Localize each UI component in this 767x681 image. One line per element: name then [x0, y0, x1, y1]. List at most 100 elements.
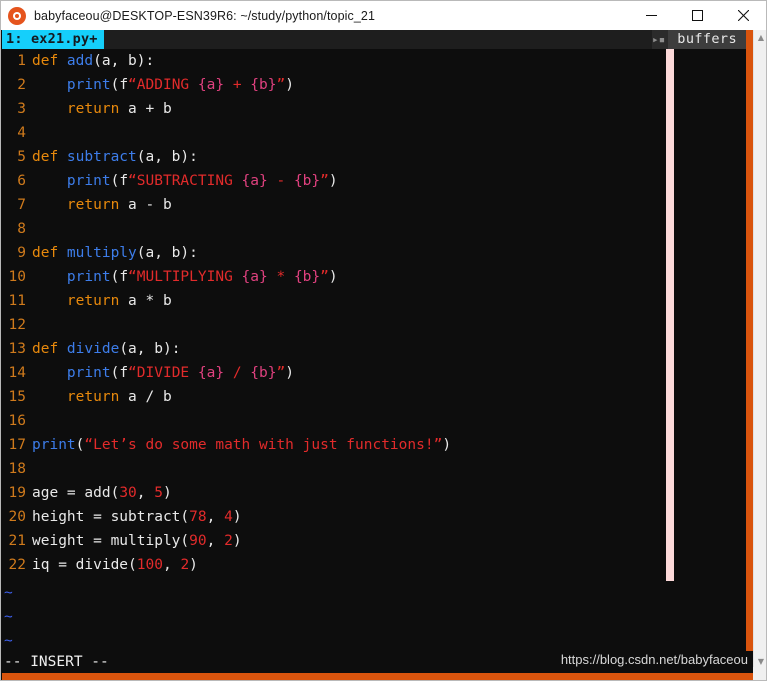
code-token: *	[267, 269, 294, 285]
code-token: (a, b):	[136, 245, 198, 261]
line-number: 18	[8, 461, 26, 477]
code-line: 2 print(f“ADDING {a} + {b}”)	[2, 73, 746, 97]
code-token: {a}	[197, 365, 225, 381]
code-line: 18	[2, 457, 746, 481]
window-title: babyfaceou@DESKTOP-ESN39R6: ~/study/pyth…	[34, 8, 376, 23]
code-token: )	[162, 485, 172, 501]
code-token: def	[32, 149, 67, 165]
line-number: 19	[8, 485, 26, 501]
code-line: 7 return a - b	[2, 193, 746, 217]
code-token: print	[66, 173, 111, 189]
code-token: )	[232, 533, 242, 549]
code-token: (	[110, 269, 120, 285]
terminal-window: babyfaceou@DESKTOP-ESN39R6: ~/study/pyth…	[0, 0, 767, 681]
code-token: 4	[224, 509, 233, 525]
code-line: 16	[2, 409, 746, 433]
empty-lines-region: ~~~~	[2, 581, 746, 670]
line-number: 9	[17, 245, 26, 261]
watermark-text: https://blog.csdn.net/babyfaceou	[560, 652, 748, 667]
code-line: 11 return a * b	[2, 289, 746, 313]
code-token: subtract	[66, 149, 137, 165]
line-number: 7	[17, 197, 26, 213]
line-number: 4	[17, 125, 26, 141]
code-token: f	[119, 365, 129, 381]
code-token: {b}	[250, 365, 277, 381]
code-token: return	[66, 293, 120, 309]
minimize-button[interactable]	[628, 1, 674, 30]
code-line: 1 def add(a, b):	[2, 49, 746, 73]
ubuntu-icon	[8, 6, 26, 25]
line-number: 2	[17, 77, 26, 93]
line-number: 22	[8, 557, 26, 573]
code-line: 5 def subtract(a, b):	[2, 145, 746, 169]
empty-line-marker: ~	[4, 585, 13, 601]
code-token: 2	[180, 557, 190, 573]
code-token: weight = multiply(	[32, 533, 190, 549]
code-token: )	[442, 437, 452, 453]
code-token: def	[32, 53, 67, 69]
code-token: (	[110, 365, 120, 381]
line-number: 3	[17, 101, 26, 117]
code-token: print	[66, 77, 111, 93]
code-token: (	[110, 77, 120, 93]
code-token: ”	[320, 173, 329, 189]
code-line: 20 height = subtract(78, 4)	[2, 505, 746, 529]
terminal-right-edge	[746, 30, 753, 670]
chevron-up-icon[interactable]: ▲	[754, 30, 766, 46]
code-line: 14 print(f“DIVIDE {a} / {b}”)	[2, 361, 746, 385]
code-line: 3 return a + b	[2, 97, 746, 121]
code-token: )	[285, 77, 294, 93]
code-token: print	[66, 365, 111, 381]
empty-line-marker: ~	[4, 609, 13, 625]
code-token: divide	[66, 341, 120, 357]
code-token: 30	[119, 485, 137, 501]
line-number: 13	[8, 341, 26, 357]
code-token: {b}	[293, 173, 321, 189]
code-token: (a, b):	[93, 53, 155, 69]
code-token: “SUBTRACTING	[128, 173, 242, 189]
tabline-filler	[103, 30, 653, 49]
line-number: 16	[8, 413, 26, 429]
maximize-button[interactable]	[674, 1, 720, 30]
scrollbar-bottom-cap	[753, 667, 766, 680]
code-token: ”	[276, 365, 286, 381]
code-token: a + b	[119, 101, 172, 117]
line-number: 14	[8, 365, 26, 381]
code-token: multiply	[66, 245, 137, 261]
code-token: f	[119, 77, 129, 93]
code-buffer[interactable]: 1 def add(a, b): 2 print(f“ADDING {a} + {b…	[2, 49, 746, 581]
buffers-label[interactable]: buffers	[668, 30, 746, 49]
code-token: f	[119, 269, 129, 285]
code-token: /	[224, 365, 251, 381]
code-line: 13 def divide(a, b):	[2, 337, 746, 361]
code-token: {a}	[241, 269, 268, 285]
code-token: “DIVIDE	[128, 365, 198, 381]
code-token: 90	[189, 533, 207, 549]
code-line: 19 age = add(30, 5)	[2, 481, 746, 505]
code-token: (	[110, 173, 120, 189]
code-token: (a, b):	[119, 341, 181, 357]
window-scrollbar[interactable]: ▲ ▼	[753, 30, 766, 670]
line-number: 1	[17, 53, 26, 69]
code-token: ,	[206, 533, 225, 549]
color-column-marker	[666, 49, 674, 581]
code-line: 21 weight = multiply(90, 2)	[2, 529, 746, 553]
code-token: def	[32, 341, 67, 357]
close-button[interactable]	[720, 1, 766, 30]
code-token: iq = divide(	[32, 557, 137, 573]
title-bar[interactable]: babyfaceou@DESKTOP-ESN39R6: ~/study/pyth…	[1, 1, 766, 30]
code-token: f	[119, 173, 129, 189]
code-line: 12	[2, 313, 746, 337]
terminal-content[interactable]: 1: ex21.py+ ▸▪ buffers 1 def add(a, b): 2 …	[2, 30, 746, 670]
tab-ex21-py[interactable]: 1: ex21.py+	[2, 30, 104, 49]
code-line: 9 def multiply(a, b):	[2, 241, 746, 265]
code-token: ”	[320, 269, 329, 285]
code-token: “ADDING	[128, 77, 198, 93]
